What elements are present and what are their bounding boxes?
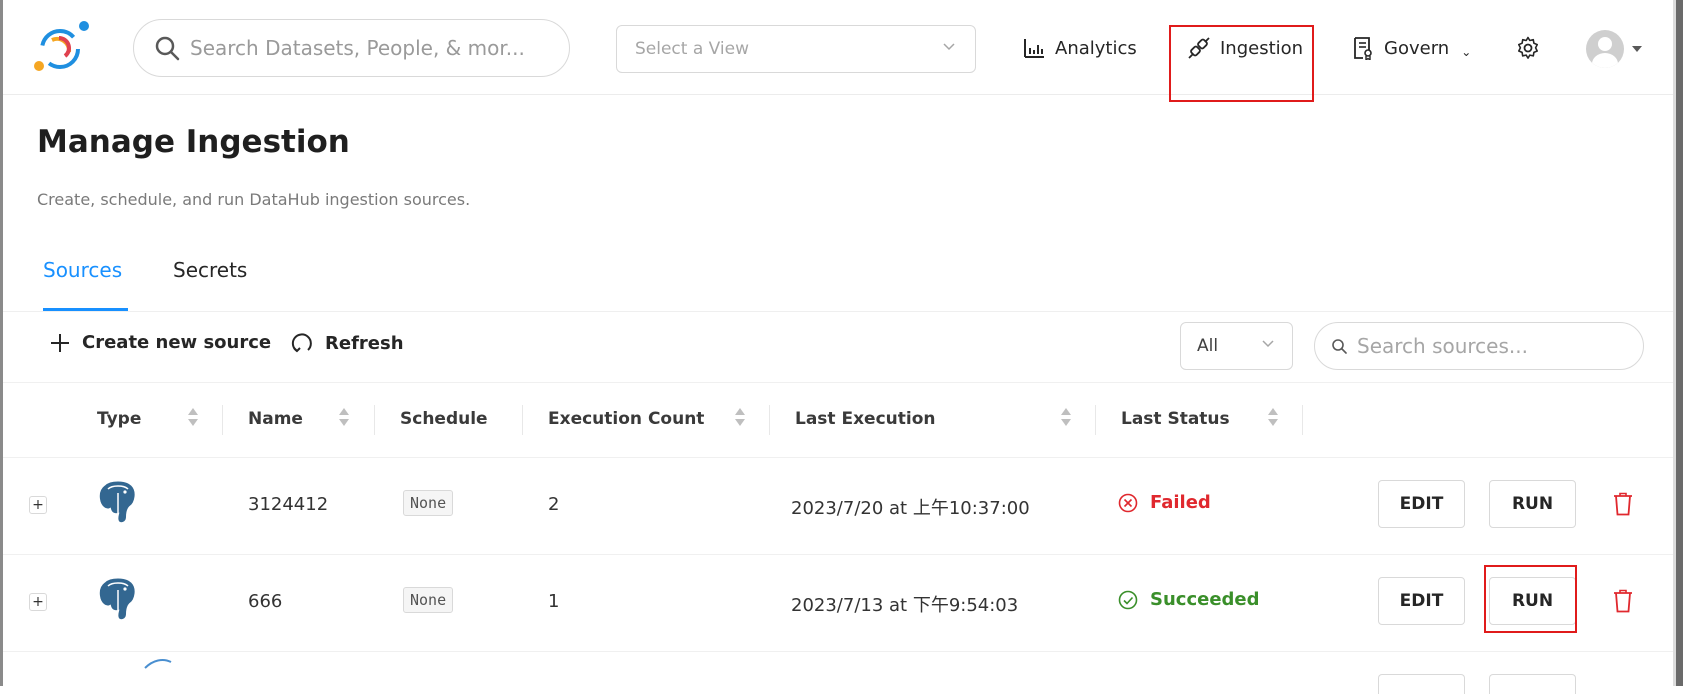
run-button[interactable] [1489, 674, 1576, 694]
refresh-button[interactable]: Refresh [291, 332, 404, 354]
postgres-icon [97, 576, 137, 622]
delete-icon[interactable] [1613, 589, 1633, 613]
status-filter-value: All [1197, 336, 1219, 356]
close-circle-icon [1118, 493, 1138, 512]
caret-down-icon [1632, 46, 1642, 52]
top-nav-bar: Search Datasets, People, & mor... Select… [3, 0, 1673, 95]
status-failed[interactable]: Failed [1118, 492, 1211, 513]
user-menu[interactable] [1586, 30, 1642, 68]
column-header-schedule: Schedule [400, 409, 488, 429]
edit-button[interactable]: EDIT [1378, 577, 1465, 625]
nav-analytics-label: Analytics [1055, 37, 1137, 59]
table-row: + 666 None 1 2023/7/13 at 下午9:54:03 Succ… [3, 555, 1673, 652]
run-button[interactable]: RUN [1489, 480, 1576, 528]
status-label: Succeeded [1150, 589, 1260, 610]
highlight-box-ingestion [1169, 25, 1314, 102]
column-header-execution-count[interactable]: Execution Count [548, 409, 704, 429]
global-search-input[interactable]: Search Datasets, People, & mor... [133, 19, 570, 77]
document-certificate-icon [1354, 37, 1372, 60]
sort-icon[interactable] [735, 408, 745, 428]
status-label: Failed [1150, 492, 1211, 513]
edit-button[interactable]: EDIT [1378, 480, 1465, 528]
column-header-name[interactable]: Name [248, 409, 303, 429]
postgres-icon [97, 479, 137, 525]
refresh-icon [291, 333, 312, 353]
column-divider [522, 405, 523, 435]
plus-icon [51, 333, 69, 352]
active-tab-indicator [43, 308, 128, 311]
expand-row-button[interactable]: + [29, 496, 47, 514]
highlight-box-run [1484, 565, 1577, 633]
tab-sources[interactable]: Sources [43, 258, 122, 282]
table-row: + 3124412 None 2 2023/7/20 at 上午10:37:00… [3, 458, 1673, 555]
bar-chart-icon [1024, 39, 1044, 58]
execution-count: 1 [548, 591, 560, 612]
refresh-label: Refresh [325, 332, 404, 354]
column-header-last-status[interactable]: Last Status [1121, 409, 1230, 429]
schedule-badge: None [403, 587, 454, 613]
datahub-logo[interactable] [31, 18, 93, 74]
column-header-last-execution[interactable]: Last Execution [795, 409, 936, 429]
page-subtitle: Create, schedule, and run DataHub ingest… [37, 190, 471, 209]
search-icon [155, 36, 180, 61]
chevron-down-icon [943, 43, 955, 51]
source-name[interactable]: 3124412 [248, 494, 328, 515]
source-type-icon [144, 659, 172, 669]
nav-govern-label: Govern [1384, 37, 1450, 59]
page-title: Manage Ingestion [37, 124, 350, 160]
column-divider [1302, 405, 1303, 435]
view-select-dropdown[interactable]: Select a View [616, 25, 976, 73]
nav-govern[interactable]: Govern ⌄ [1352, 28, 1471, 68]
execution-count: 2 [548, 494, 560, 515]
column-divider [222, 405, 223, 435]
tab-bar: Sources Secrets [3, 248, 1673, 312]
search-icon [1332, 339, 1347, 354]
delete-icon[interactable] [1613, 492, 1633, 516]
schedule-badge: None [403, 490, 454, 516]
settings-gear-icon[interactable] [1516, 36, 1540, 60]
create-new-source-button[interactable]: Create new source [50, 332, 271, 353]
column-divider [374, 405, 375, 435]
source-name[interactable]: 666 [248, 591, 282, 612]
search-sources-placeholder: Search sources... [1357, 334, 1528, 358]
chevron-down-icon: ⌄ [1461, 45, 1472, 59]
sort-icon[interactable] [188, 408, 198, 428]
column-header-type[interactable]: Type [97, 409, 141, 429]
table-header: Type Name Schedule Execution Count Last … [3, 382, 1673, 458]
sort-icon[interactable] [1268, 408, 1278, 428]
user-avatar [1586, 30, 1624, 68]
create-new-source-label: Create new source [82, 332, 272, 353]
search-placeholder: Search Datasets, People, & mor... [190, 36, 525, 60]
sort-icon[interactable] [1061, 408, 1071, 428]
expand-row-button[interactable]: + [29, 593, 47, 611]
edit-button[interactable] [1378, 674, 1465, 694]
status-succeeded[interactable]: Succeeded [1118, 589, 1260, 610]
table-row [3, 652, 1673, 694]
last-execution-time: 2023/7/13 at 下午9:54:03 [791, 595, 1019, 616]
status-filter-select[interactable]: All [1180, 322, 1293, 370]
view-select-placeholder: Select a View [635, 39, 750, 59]
last-execution-time: 2023/7/20 at 上午10:37:00 [791, 498, 1030, 519]
column-divider [769, 405, 770, 435]
sort-icon[interactable] [339, 408, 349, 428]
search-sources-input[interactable]: Search sources... [1314, 322, 1644, 370]
scrollbar[interactable] [1673, 0, 1683, 686]
nav-analytics[interactable]: Analytics [1023, 28, 1137, 68]
chevron-down-icon [1262, 340, 1274, 348]
check-circle-icon [1118, 590, 1138, 609]
column-divider [1095, 405, 1096, 435]
tab-secrets[interactable]: Secrets [173, 258, 247, 282]
